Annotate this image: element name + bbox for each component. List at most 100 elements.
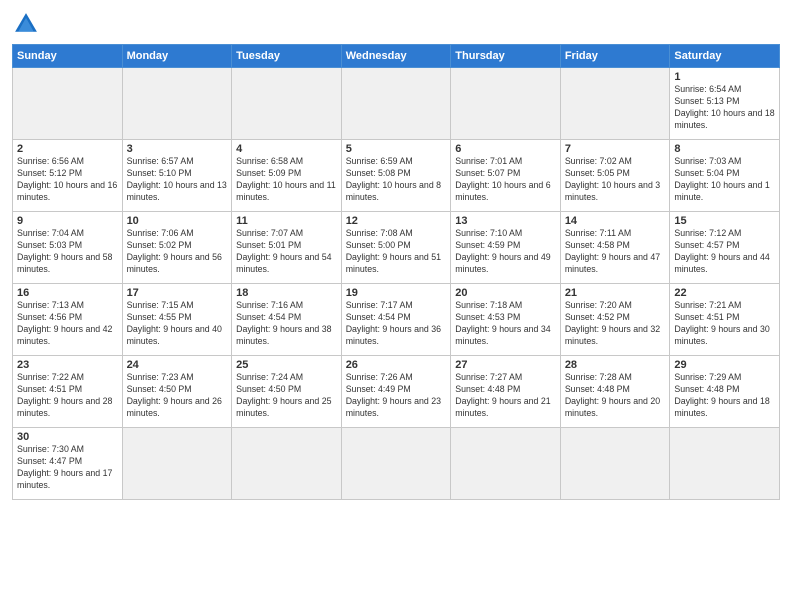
day-number: 5	[346, 143, 447, 155]
calendar-day-cell: 15Sunrise: 7:12 AMSunset: 4:57 PMDayligh…	[670, 212, 780, 284]
weekday-header-row: SundayMondayTuesdayWednesdayThursdayFrid…	[13, 45, 780, 68]
calendar-day-cell: 11Sunrise: 7:07 AMSunset: 5:01 PMDayligh…	[232, 212, 342, 284]
weekday-header-monday: Monday	[122, 45, 232, 68]
day-info: Sunrise: 7:30 AMSunset: 4:47 PMDaylight:…	[17, 444, 118, 492]
calendar-week-row: 23Sunrise: 7:22 AMSunset: 4:51 PMDayligh…	[13, 356, 780, 428]
calendar-day-cell: 24Sunrise: 7:23 AMSunset: 4:50 PMDayligh…	[122, 356, 232, 428]
day-number: 24	[127, 359, 228, 371]
day-info: Sunrise: 7:27 AMSunset: 4:48 PMDaylight:…	[455, 372, 556, 420]
calendar-day-cell: 28Sunrise: 7:28 AMSunset: 4:48 PMDayligh…	[560, 356, 670, 428]
calendar-day-cell	[122, 428, 232, 500]
day-number: 22	[674, 287, 775, 299]
day-number: 16	[17, 287, 118, 299]
day-number: 13	[455, 215, 556, 227]
day-number: 4	[236, 143, 337, 155]
calendar-day-cell: 8Sunrise: 7:03 AMSunset: 5:04 PMDaylight…	[670, 140, 780, 212]
calendar-day-cell: 26Sunrise: 7:26 AMSunset: 4:49 PMDayligh…	[341, 356, 451, 428]
day-info: Sunrise: 7:06 AMSunset: 5:02 PMDaylight:…	[127, 228, 228, 276]
calendar-week-row: 30Sunrise: 7:30 AMSunset: 4:47 PMDayligh…	[13, 428, 780, 500]
day-info: Sunrise: 7:01 AMSunset: 5:07 PMDaylight:…	[455, 156, 556, 204]
calendar-day-cell	[451, 68, 561, 140]
day-number: 3	[127, 143, 228, 155]
day-number: 7	[565, 143, 666, 155]
day-number: 2	[17, 143, 118, 155]
calendar-day-cell	[560, 68, 670, 140]
calendar-day-cell	[451, 428, 561, 500]
day-info: Sunrise: 6:57 AMSunset: 5:10 PMDaylight:…	[127, 156, 228, 204]
day-number: 26	[346, 359, 447, 371]
day-info: Sunrise: 6:54 AMSunset: 5:13 PMDaylight:…	[674, 84, 775, 132]
day-number: 30	[17, 431, 118, 443]
day-info: Sunrise: 6:59 AMSunset: 5:08 PMDaylight:…	[346, 156, 447, 204]
calendar-week-row: 1Sunrise: 6:54 AMSunset: 5:13 PMDaylight…	[13, 68, 780, 140]
calendar-week-row: 16Sunrise: 7:13 AMSunset: 4:56 PMDayligh…	[13, 284, 780, 356]
calendar-day-cell: 12Sunrise: 7:08 AMSunset: 5:00 PMDayligh…	[341, 212, 451, 284]
day-info: Sunrise: 7:08 AMSunset: 5:00 PMDaylight:…	[346, 228, 447, 276]
calendar-week-row: 9Sunrise: 7:04 AMSunset: 5:03 PMDaylight…	[13, 212, 780, 284]
day-number: 29	[674, 359, 775, 371]
day-info: Sunrise: 7:03 AMSunset: 5:04 PMDaylight:…	[674, 156, 775, 204]
day-info: Sunrise: 7:02 AMSunset: 5:05 PMDaylight:…	[565, 156, 666, 204]
logo	[12, 10, 44, 38]
day-number: 10	[127, 215, 228, 227]
calendar-day-cell: 9Sunrise: 7:04 AMSunset: 5:03 PMDaylight…	[13, 212, 123, 284]
calendar-container: SundayMondayTuesdayWednesdayThursdayFrid…	[0, 0, 792, 612]
calendar-day-cell	[341, 68, 451, 140]
calendar-day-cell	[232, 428, 342, 500]
day-number: 1	[674, 71, 775, 83]
logo-icon	[12, 10, 40, 38]
calendar-day-cell: 18Sunrise: 7:16 AMSunset: 4:54 PMDayligh…	[232, 284, 342, 356]
day-info: Sunrise: 7:21 AMSunset: 4:51 PMDaylight:…	[674, 300, 775, 348]
day-info: Sunrise: 7:29 AMSunset: 4:48 PMDaylight:…	[674, 372, 775, 420]
calendar-day-cell: 21Sunrise: 7:20 AMSunset: 4:52 PMDayligh…	[560, 284, 670, 356]
weekday-header-sunday: Sunday	[13, 45, 123, 68]
calendar-day-cell: 6Sunrise: 7:01 AMSunset: 5:07 PMDaylight…	[451, 140, 561, 212]
calendar-day-cell: 22Sunrise: 7:21 AMSunset: 4:51 PMDayligh…	[670, 284, 780, 356]
day-info: Sunrise: 7:04 AMSunset: 5:03 PMDaylight:…	[17, 228, 118, 276]
day-number: 20	[455, 287, 556, 299]
day-number: 27	[455, 359, 556, 371]
calendar-day-cell: 4Sunrise: 6:58 AMSunset: 5:09 PMDaylight…	[232, 140, 342, 212]
day-number: 25	[236, 359, 337, 371]
calendar-day-cell: 10Sunrise: 7:06 AMSunset: 5:02 PMDayligh…	[122, 212, 232, 284]
calendar-day-cell: 7Sunrise: 7:02 AMSunset: 5:05 PMDaylight…	[560, 140, 670, 212]
calendar-day-cell	[232, 68, 342, 140]
day-info: Sunrise: 7:13 AMSunset: 4:56 PMDaylight:…	[17, 300, 118, 348]
calendar-day-cell: 27Sunrise: 7:27 AMSunset: 4:48 PMDayligh…	[451, 356, 561, 428]
day-number: 18	[236, 287, 337, 299]
calendar-day-cell: 23Sunrise: 7:22 AMSunset: 4:51 PMDayligh…	[13, 356, 123, 428]
day-info: Sunrise: 7:18 AMSunset: 4:53 PMDaylight:…	[455, 300, 556, 348]
calendar-day-cell	[670, 428, 780, 500]
calendar-day-cell: 29Sunrise: 7:29 AMSunset: 4:48 PMDayligh…	[670, 356, 780, 428]
day-info: Sunrise: 7:26 AMSunset: 4:49 PMDaylight:…	[346, 372, 447, 420]
weekday-header-tuesday: Tuesday	[232, 45, 342, 68]
calendar-week-row: 2Sunrise: 6:56 AMSunset: 5:12 PMDaylight…	[13, 140, 780, 212]
calendar-table: SundayMondayTuesdayWednesdayThursdayFrid…	[12, 44, 780, 500]
day-info: Sunrise: 6:56 AMSunset: 5:12 PMDaylight:…	[17, 156, 118, 204]
weekday-header-friday: Friday	[560, 45, 670, 68]
day-number: 6	[455, 143, 556, 155]
calendar-day-cell: 2Sunrise: 6:56 AMSunset: 5:12 PMDaylight…	[13, 140, 123, 212]
weekday-header-wednesday: Wednesday	[341, 45, 451, 68]
calendar-day-cell: 13Sunrise: 7:10 AMSunset: 4:59 PMDayligh…	[451, 212, 561, 284]
day-number: 19	[346, 287, 447, 299]
day-info: Sunrise: 7:11 AMSunset: 4:58 PMDaylight:…	[565, 228, 666, 276]
day-number: 23	[17, 359, 118, 371]
day-number: 14	[565, 215, 666, 227]
day-number: 11	[236, 215, 337, 227]
day-info: Sunrise: 7:10 AMSunset: 4:59 PMDaylight:…	[455, 228, 556, 276]
calendar-day-cell	[560, 428, 670, 500]
day-info: Sunrise: 7:22 AMSunset: 4:51 PMDaylight:…	[17, 372, 118, 420]
day-number: 17	[127, 287, 228, 299]
calendar-day-cell: 5Sunrise: 6:59 AMSunset: 5:08 PMDaylight…	[341, 140, 451, 212]
day-info: Sunrise: 7:20 AMSunset: 4:52 PMDaylight:…	[565, 300, 666, 348]
day-info: Sunrise: 7:12 AMSunset: 4:57 PMDaylight:…	[674, 228, 775, 276]
day-info: Sunrise: 7:17 AMSunset: 4:54 PMDaylight:…	[346, 300, 447, 348]
weekday-header-saturday: Saturday	[670, 45, 780, 68]
day-info: Sunrise: 6:58 AMSunset: 5:09 PMDaylight:…	[236, 156, 337, 204]
day-number: 8	[674, 143, 775, 155]
calendar-day-cell	[13, 68, 123, 140]
calendar-day-cell	[341, 428, 451, 500]
day-info: Sunrise: 7:15 AMSunset: 4:55 PMDaylight:…	[127, 300, 228, 348]
day-number: 21	[565, 287, 666, 299]
